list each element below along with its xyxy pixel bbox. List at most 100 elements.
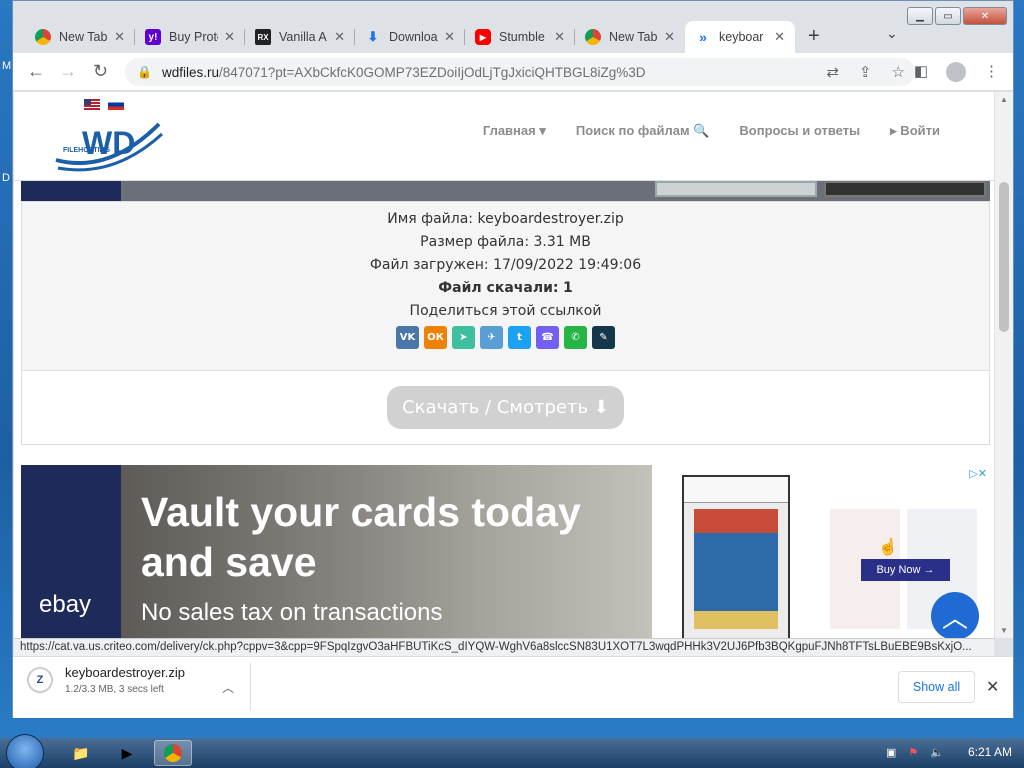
ok-share-icon[interactable]: ОК	[424, 326, 447, 349]
tab-label: New Tab	[609, 30, 658, 44]
file-uploaded-label: Файл загружен:	[369, 257, 489, 273]
whatsapp-share-icon[interactable]: ✆	[564, 326, 587, 349]
browser-toolbar: ← → ↻ 🔒 wdfiles.ru /847071?pt=AXbCkfcK0G…	[13, 53, 1013, 91]
close-tab-icon[interactable]: ✕	[224, 29, 235, 45]
minimize-button[interactable]: ▁	[907, 7, 933, 25]
adchoices-icon[interactable]: ▷✕	[969, 467, 987, 480]
volume-icon[interactable]: 🔈	[930, 746, 944, 759]
rx-icon: RX	[255, 29, 271, 45]
close-tab-icon[interactable]: ✕	[114, 29, 125, 45]
lj-share-icon[interactable]: ✎	[592, 326, 615, 349]
scroll-up-arrow-icon[interactable]: ▲	[1000, 95, 1008, 104]
file-uploaded-line: Файл загружен: 17/09/2022 19:49:06	[22, 254, 989, 277]
side-panel-icon[interactable]: ◧	[914, 62, 928, 82]
chrome-taskbar-icon[interactable]	[154, 740, 192, 766]
show-all-button[interactable]: Show all	[898, 671, 975, 703]
close-window-button[interactable]: ✕	[963, 7, 1007, 25]
ad-banner-top-strip[interactable]	[21, 181, 990, 201]
telegram-share-icon[interactable]: ✈	[480, 326, 503, 349]
lock-icon[interactable]: 🔒	[137, 65, 152, 79]
logo-subtext: FILEHOSTING	[63, 147, 111, 154]
ebay-logo[interactable]: ebay	[39, 591, 91, 619]
scroll-down-arrow-icon[interactable]: ▼	[1000, 626, 1008, 635]
hand-cursor-icon: ☝	[878, 539, 898, 556]
download-icon: ⬇	[367, 29, 379, 44]
tab-buy-proto[interactable]: y! Buy Proto ✕	[135, 21, 245, 53]
desktop-edge-label: D	[2, 172, 10, 184]
url-path: /847071?pt=AXbCkfcK0GOMP73EZDoiIjOdLjTgJ…	[218, 64, 646, 80]
scrollbar-thumb[interactable]	[999, 182, 1009, 332]
desktop-edge-label: M	[2, 60, 12, 72]
buy-now-button[interactable]: Buy Now →	[861, 559, 950, 581]
file-info-panel: Имя файла: keyboardestroyer.zip Размер ф…	[21, 201, 990, 371]
file-size-line: Размер файла: 3.31 MB	[22, 231, 989, 254]
scroll-to-top-button[interactable]: ︿	[931, 592, 979, 638]
send-share-icon[interactable]: ➤	[452, 326, 475, 349]
ru-flag-icon[interactable]	[108, 99, 124, 110]
taskbar-clock[interactable]: 6:21 AM	[968, 745, 1012, 759]
file-size-label: Размер файла:	[420, 234, 530, 250]
start-button[interactable]	[6, 734, 44, 768]
new-tab-button[interactable]: +	[808, 25, 820, 48]
download-view-button[interactable]: Скачать / Смотреть ⬇	[387, 386, 624, 429]
media-player-taskbar-icon[interactable]: ▶	[108, 740, 146, 766]
file-uploaded-value: 17/09/2022 19:49:06	[493, 257, 642, 273]
site-header: WD FILEHOSTING Главная ▾ Поиск по файлам…	[14, 92, 994, 181]
page-scrollbar[interactable]: ▲ ▼	[995, 92, 1013, 638]
tab-search-chevron-icon[interactable]: ⌄	[886, 25, 898, 42]
close-tab-icon[interactable]: ✕	[774, 29, 785, 45]
url-host: wdfiles.ru	[161, 64, 219, 80]
reload-icon[interactable]: ↻	[93, 61, 108, 82]
close-tab-icon[interactable]: ✕	[334, 29, 345, 45]
bookmark-star-icon[interactable]: ☆	[892, 63, 905, 81]
file-size-value: 3.31 MB	[533, 234, 591, 250]
menu-kebab-icon[interactable]: ⋮	[984, 62, 999, 82]
tab-new-tab-2[interactable]: New Tab ✕	[575, 21, 685, 53]
main-nav: Главная ▾ Поиск по файлам 🔍 Вопросы и от…	[483, 123, 940, 139]
forward-arrow-icon[interactable]: →	[59, 61, 77, 82]
file-name-label: Имя файла:	[387, 211, 474, 227]
translate-icon[interactable]: ⇄	[826, 63, 839, 81]
wdfiles-logo[interactable]: WD FILEHOSTING	[54, 116, 164, 178]
tab-download[interactable]: ⬇ Downloa ✕	[355, 21, 465, 53]
close-tab-icon[interactable]: ✕	[444, 29, 455, 45]
viber-share-icon[interactable]: ☎	[536, 326, 559, 349]
action-center-icon[interactable]: ⚑	[908, 746, 918, 759]
ad-subheadline: No sales tax on transactions	[141, 599, 443, 626]
logo-text: WD	[82, 125, 135, 161]
close-tab-icon[interactable]: ✕	[664, 29, 675, 45]
tab-keyboard-active[interactable]: » keyboar ✕	[685, 21, 795, 53]
close-tab-icon[interactable]: ✕	[554, 29, 565, 45]
chrome-window: New Tab ✕ y! Buy Proto ✕ RX Vanilla A ✕ …	[12, 0, 1014, 718]
nav-faq[interactable]: Вопросы и ответы	[739, 123, 860, 139]
nav-file-search[interactable]: Поиск по файлам 🔍	[576, 123, 710, 139]
us-flag-icon[interactable]	[84, 99, 100, 110]
file-name-line: Имя файла: keyboardestroyer.zip	[22, 208, 989, 231]
back-arrow-icon[interactable]: ←	[27, 61, 45, 82]
nav-home[interactable]: Главная ▾	[483, 123, 546, 139]
maximize-button[interactable]: ▭	[935, 7, 961, 25]
file-name-value: keyboardestroyer.zip	[477, 211, 624, 227]
share-icon[interactable]: ⇪	[859, 63, 872, 81]
close-download-shelf-icon[interactable]: ✕	[986, 677, 999, 697]
file-downloads-value: 1	[562, 280, 573, 296]
profile-avatar-icon[interactable]	[946, 62, 966, 82]
zip-file-icon: Z	[27, 667, 53, 693]
tab-stumble[interactable]: ▶ Stumble ✕	[465, 21, 575, 53]
page-viewport: WD FILEHOSTING Главная ▾ Поиск по файлам…	[14, 92, 994, 638]
chevron-up-icon[interactable]: ︿	[222, 679, 234, 696]
nav-login[interactable]: ▸ Войти	[890, 123, 940, 139]
system-tray: ▣ ⚑ 🔈 6:21 AM	[886, 745, 1012, 759]
tab-vanilla[interactable]: RX Vanilla A ✕	[245, 21, 355, 53]
address-bar[interactable]: 🔒 wdfiles.ru /847071?pt=AXbCkfcK0GOMP73E…	[125, 58, 915, 86]
download-item[interactable]: Z keyboardestroyer.zip 1.2/3.3 MB, 3 sec…	[27, 665, 185, 695]
tab-strip: New Tab ✕ y! Buy Proto ✕ RX Vanilla A ✕ …	[13, 1, 1013, 53]
explorer-taskbar-icon[interactable]: 📁	[62, 740, 100, 766]
vk-share-icon[interactable]: VK	[396, 326, 419, 349]
network-icon[interactable]: ▣	[886, 746, 896, 759]
tab-new-tab[interactable]: New Tab ✕	[25, 21, 135, 53]
ebay-ad[interactable]: ebay Vault your cards today and save No …	[21, 465, 990, 638]
ad-headline: Vault your cards today and save	[141, 489, 581, 585]
tab-label: Stumble	[499, 30, 545, 44]
twitter-share-icon[interactable]: t	[508, 326, 531, 349]
